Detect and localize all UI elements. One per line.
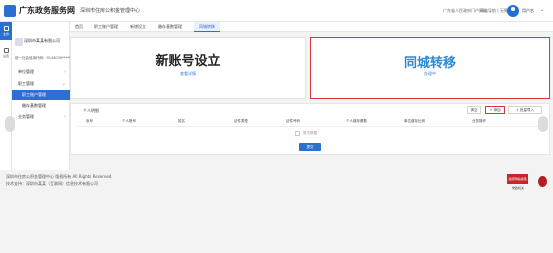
- chevron-right-icon: ›: [64, 114, 66, 120]
- rail-item-business[interactable]: 业务: [0, 22, 12, 40]
- party-emblem-icon[interactable]: [538, 176, 547, 187]
- sidebar-item-label: 职工账户管理: [22, 92, 46, 97]
- panel-title: 个人明细: [83, 108, 99, 113]
- clear-button[interactable]: 清空: [467, 106, 481, 114]
- gov-error-report-badge[interactable]: 政府网站找错: [507, 174, 528, 184]
- empty-row: 暂无数据: [295, 131, 317, 136]
- column-header: 个人账号: [122, 119, 136, 123]
- rail-item-label: 业务: [2, 32, 9, 36]
- sidebar-item-staff-account[interactable]: 职工账户管理: [12, 90, 70, 100]
- app-root: 广东政务服务网 深圳市住房公积金管理中心 广东省人民政府门户网站 网站导航 | …: [0, 0, 553, 253]
- processing-link[interactable]: 办理中: [311, 71, 549, 77]
- column-header: 单位缴存比例: [404, 119, 425, 123]
- user-name[interactable]: 用户名: [522, 8, 534, 14]
- chevron-down-icon: ⌄: [61, 81, 66, 87]
- grid-icon: [3, 26, 9, 31]
- tab-deposit-base[interactable]: 缴存基数管理: [154, 22, 186, 32]
- scroll-right-handle[interactable]: [538, 116, 548, 132]
- sidebar-item-business-management[interactable]: 业务管理 ›: [12, 112, 70, 122]
- new-account-card[interactable]: 新账号设立 查看详情: [70, 37, 306, 99]
- avatar-icon[interactable]: [507, 5, 519, 17]
- sidebar-item-label: 单位管理: [18, 69, 34, 74]
- chevron-down-icon[interactable]: ⌄: [540, 7, 544, 13]
- column-header: 业务操作: [472, 119, 486, 123]
- gov-logo-icon: [4, 5, 16, 17]
- tech-support-text: 技术支持：深圳市某某（互联网）信息技术有限公司: [6, 181, 98, 186]
- company-logo-icon: [15, 38, 23, 46]
- company-name: 深圳市某某有限公司: [24, 38, 60, 43]
- add-button[interactable]: + 添加: [485, 106, 505, 114]
- credit-code: 统一社会信用代码：9144030*******: [15, 56, 75, 60]
- sidebar-item-deposit-base[interactable]: 缴存基数管理: [12, 101, 70, 111]
- empty-text: 暂无数据: [303, 131, 317, 135]
- badge-label: 党政机关: [511, 186, 524, 190]
- empty-checkbox-icon: [295, 131, 300, 136]
- sidebar-item-unit-management[interactable]: 单位管理 ›: [12, 67, 70, 77]
- card-title: 同城转移: [403, 56, 456, 71]
- sidebar-item-label: 职工管理: [18, 81, 34, 86]
- batch-import-button[interactable]: + 批量导入: [508, 106, 542, 114]
- tab-city-transfer[interactable]: 同城转移: [194, 22, 220, 32]
- column-header: 证件号码: [286, 119, 300, 123]
- sidebar-item-label: 缴存基数管理: [22, 103, 46, 108]
- tab-staff-account[interactable]: 职工账户管理: [90, 22, 122, 32]
- sidebar-item-staff-management[interactable]: 职工管理 ⌄: [12, 79, 70, 89]
- brand-title: 广东政务服务网: [19, 6, 75, 15]
- scroll-left-handle[interactable]: [5, 116, 15, 132]
- table-header: 序号 个人账号 姓名 证件类型 证件号码 个人缴存基数 单位缴存比例 业务操作: [76, 119, 546, 127]
- card-title: 新账号设立: [155, 54, 221, 69]
- tab-home[interactable]: 首页: [72, 22, 86, 32]
- view-details-link[interactable]: 查看详情: [71, 71, 305, 77]
- column-header: 证件类型: [234, 119, 248, 123]
- sidebar-item-label: 业务管理: [18, 114, 34, 119]
- column-header: 序号: [86, 119, 93, 123]
- tab-new-setup[interactable]: 新增设立: [126, 22, 150, 32]
- copyright-text: 深圳市住房公积金管理中心 版权所有 All Rights Reserved.: [6, 174, 113, 179]
- left-rail: 业务 设置: [0, 22, 12, 170]
- tab-bar: 首页 职工账户管理 新增设立 缴存基数管理 同城转移: [70, 22, 553, 32]
- rail-item-label: 设置: [2, 54, 9, 58]
- site-subtitle: 深圳市住房公积金管理中心: [80, 8, 141, 14]
- city-transfer-card[interactable]: 同城转移 办理中: [310, 37, 550, 99]
- rail-item-settings[interactable]: 设置: [0, 44, 12, 62]
- top-header: 广东政务服务网 深圳市住房公积金管理中心 广东省人民政府门户网站 网站导航 | …: [0, 0, 553, 22]
- chevron-right-icon: ›: [64, 69, 66, 75]
- submit-button[interactable]: 提交: [299, 143, 321, 151]
- settings-icon: [3, 48, 9, 53]
- column-header: 姓名: [178, 119, 185, 123]
- column-header: 个人缴存基数: [346, 119, 367, 123]
